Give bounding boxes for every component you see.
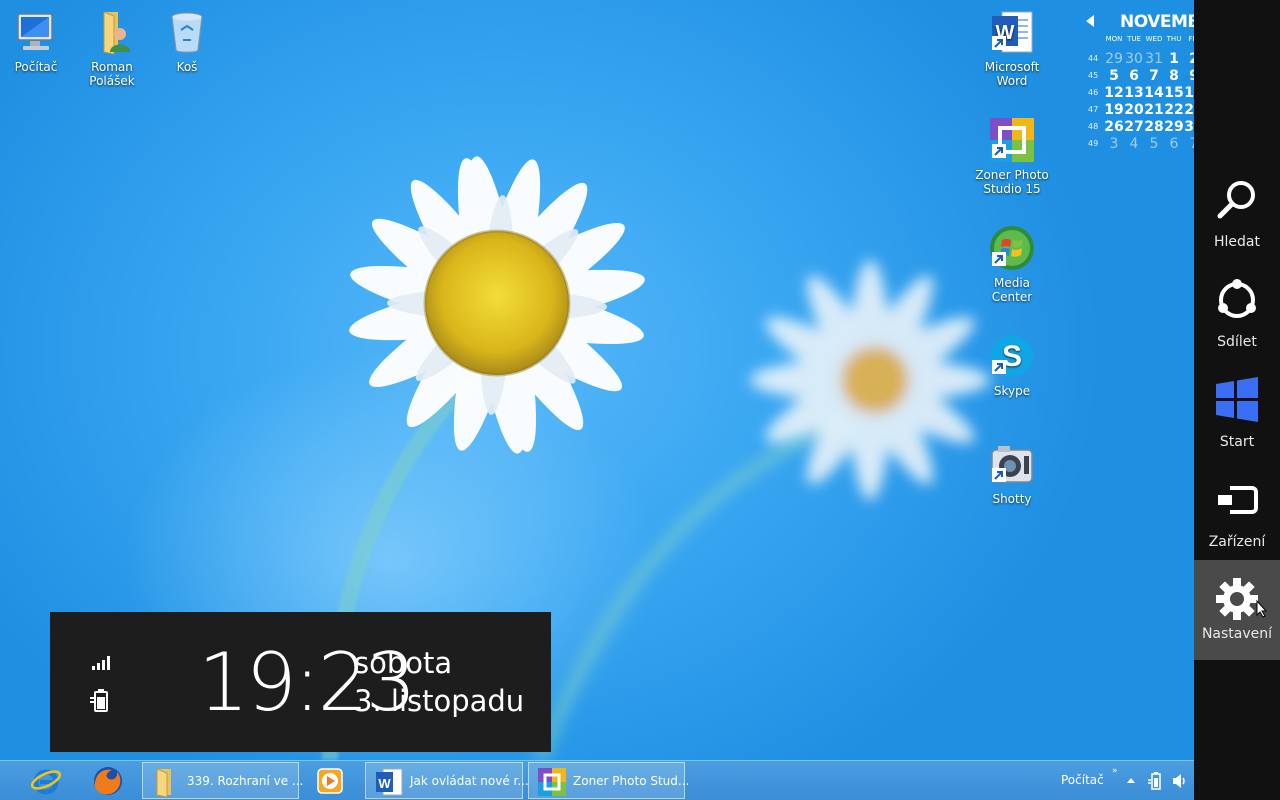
- battery-charging-icon: [90, 689, 108, 712]
- desktop-icon-label: Skype: [993, 384, 1031, 398]
- charm-devices[interactable]: Zařízení: [1194, 470, 1280, 570]
- settings-gear-icon: [1216, 578, 1258, 620]
- charm-label: Hledat: [1214, 234, 1260, 250]
- desktop-icon-label: Roman Polášek: [89, 60, 135, 88]
- calendar-day-header: THU: [1166, 35, 1182, 43]
- charm-start[interactable]: Start: [1194, 370, 1280, 470]
- clock-overlay: 19:23 sobota 3. listopadu: [50, 612, 551, 752]
- media-player-icon: [317, 768, 343, 794]
- calendar-day-headers: MON TUE WEDTHU FRI: [1104, 35, 1194, 43]
- desktop-icon-kos[interactable]: Koš: [149, 8, 225, 74]
- calendar-day[interactable]: 3: [1104, 136, 1124, 152]
- shortcut-arrow-icon: [992, 360, 1006, 374]
- desktop-icon-microsoft-word[interactable]: W Microsoft Word: [974, 8, 1050, 88]
- calendar-week-row: 461213141516: [1088, 82, 1194, 101]
- calendar-week-row: 49 3 4 5 6 7: [1088, 133, 1194, 152]
- desktop-icon-label: Media Center: [991, 276, 1033, 304]
- desktop-icon-label: Microsoft Word: [984, 60, 1040, 88]
- search-icon: [1217, 181, 1255, 219]
- desktop-icon-label: Zoner Photo Studio 15: [975, 168, 1049, 196]
- signal-strength-icon: [92, 656, 110, 670]
- calendar-gadget[interactable]: NOVEMBER MONTUEWEDTHUFRI 4429303112 4556…: [1084, 8, 1194, 158]
- calendar-day[interactable]: 6: [1164, 136, 1184, 152]
- taskbar-pin-internet-explorer[interactable]: [22, 762, 70, 799]
- desktop-icon-pocitac[interactable]: Počítač: [0, 8, 74, 74]
- charm-label: Nastavení: [1201, 626, 1273, 642]
- calendar-week-number: 48: [1088, 122, 1099, 131]
- taskbar-pin-media-player[interactable]: [306, 762, 354, 799]
- user-folder-icon: [103, 11, 130, 55]
- shortcut-arrow-icon: [992, 252, 1006, 266]
- tray-show-hidden-icon[interactable]: [1127, 778, 1135, 783]
- taskbar-window-explorer[interactable]: 339. Rozhraní ve ...: [142, 762, 303, 799]
- calendar-day-header: FRI: [1188, 35, 1194, 43]
- calendar-week-number: 49: [1088, 139, 1099, 148]
- calendar-week-row: 4429303112: [1088, 48, 1194, 67]
- desktop-icon-media-center[interactable]: Media Center: [974, 224, 1050, 304]
- calendar-week-row: 4556789: [1088, 65, 1194, 84]
- calendar-prev-arrow-icon[interactable]: [1086, 15, 1094, 27]
- calendar-day[interactable]: 5: [1144, 136, 1164, 152]
- calendar-week-number: 45: [1088, 71, 1099, 80]
- desktop-icon-label: Shotty: [992, 492, 1032, 506]
- calendar-day[interactable]: 4: [1124, 136, 1144, 152]
- tray-toolbar-chevron[interactable]: »: [1112, 766, 1118, 776]
- desktop-icon-roman-polasek[interactable]: Roman Polášek: [74, 8, 150, 88]
- folder-icon: [156, 768, 171, 797]
- calendar-week-number: 46: [1088, 88, 1099, 97]
- calendar-day-header: MON: [1105, 35, 1123, 43]
- tray-toolbar-label[interactable]: Počítač: [1061, 773, 1104, 787]
- mouse-cursor-icon: [1256, 600, 1268, 618]
- taskbar-pin-firefox[interactable]: [84, 762, 132, 799]
- computer-icon: [17, 13, 53, 50]
- firefox-icon: [94, 767, 122, 795]
- charm-label: Zařízení: [1208, 534, 1266, 550]
- desktop-icon-zoner-photo-studio[interactable]: Zoner Photo Studio 15: [974, 116, 1050, 196]
- taskbar-window-title: Jak ovládat nové r...: [410, 774, 529, 788]
- windows-logo-icon: [1216, 377, 1258, 422]
- calendar-week-row: 471920212223: [1088, 99, 1194, 118]
- share-icon: [1218, 279, 1256, 318]
- svg-text:W: W: [378, 776, 391, 791]
- desktop-icon-skype[interactable]: S Skype: [974, 332, 1050, 398]
- shortcut-arrow-icon: [992, 36, 1006, 50]
- calendar-week-row: 482627282930: [1088, 116, 1194, 135]
- clock-day: sobota: [354, 646, 453, 680]
- battery-icon[interactable]: [1148, 772, 1164, 790]
- desktop-icon-shotty[interactable]: Shotty: [974, 440, 1050, 506]
- calendar-day-header: WED: [1145, 35, 1163, 43]
- calendar-day-header: TUE: [1127, 35, 1141, 43]
- taskbar: 339. Rozhraní ve ... W Jak ovládat nové …: [0, 760, 1194, 800]
- charm-label: Sdílet: [1217, 334, 1257, 350]
- volume-icon[interactable]: [1172, 772, 1188, 790]
- calendar-day[interactable]: 7: [1184, 136, 1194, 152]
- charm-search[interactable]: Hledat: [1194, 170, 1280, 270]
- clock-date: 3. listopadu: [354, 684, 525, 718]
- calendar-week-number: 47: [1088, 105, 1099, 114]
- shortcut-arrow-icon: [992, 468, 1006, 482]
- desktop-icon-label: Počítač: [14, 60, 58, 74]
- charms-bar: Hledat Sdílet Start Zařízení Nastavení: [1194, 0, 1280, 800]
- charm-share[interactable]: Sdílet: [1194, 270, 1280, 370]
- calendar-week-number: 44: [1088, 54, 1099, 63]
- word-icon: W: [376, 768, 403, 796]
- zoner-icon: [538, 768, 566, 796]
- recycle-bin-icon: [171, 12, 203, 53]
- taskbar-window-word[interactable]: W Jak ovládat nové r...: [365, 762, 529, 799]
- taskbar-window-title: Zoner Photo Stud...: [573, 774, 690, 788]
- taskbar-window-title: 339. Rozhraní ve ...: [187, 774, 304, 788]
- internet-explorer-icon: [30, 769, 62, 795]
- devices-icon: [1218, 486, 1258, 514]
- charm-settings[interactable]: Nastavení: [1194, 560, 1280, 660]
- shortcut-arrow-icon: [992, 144, 1006, 158]
- calendar-month: NOVEMBER: [1120, 12, 1194, 32]
- charm-label: Start: [1219, 434, 1255, 450]
- taskbar-window-zoner[interactable]: Zoner Photo Stud...: [528, 762, 689, 799]
- desktop-icon-label: Koš: [176, 60, 198, 74]
- desktop[interactable]: Počítač Roman Polášek Koš W Microsoft Wo…: [0, 0, 1194, 760]
